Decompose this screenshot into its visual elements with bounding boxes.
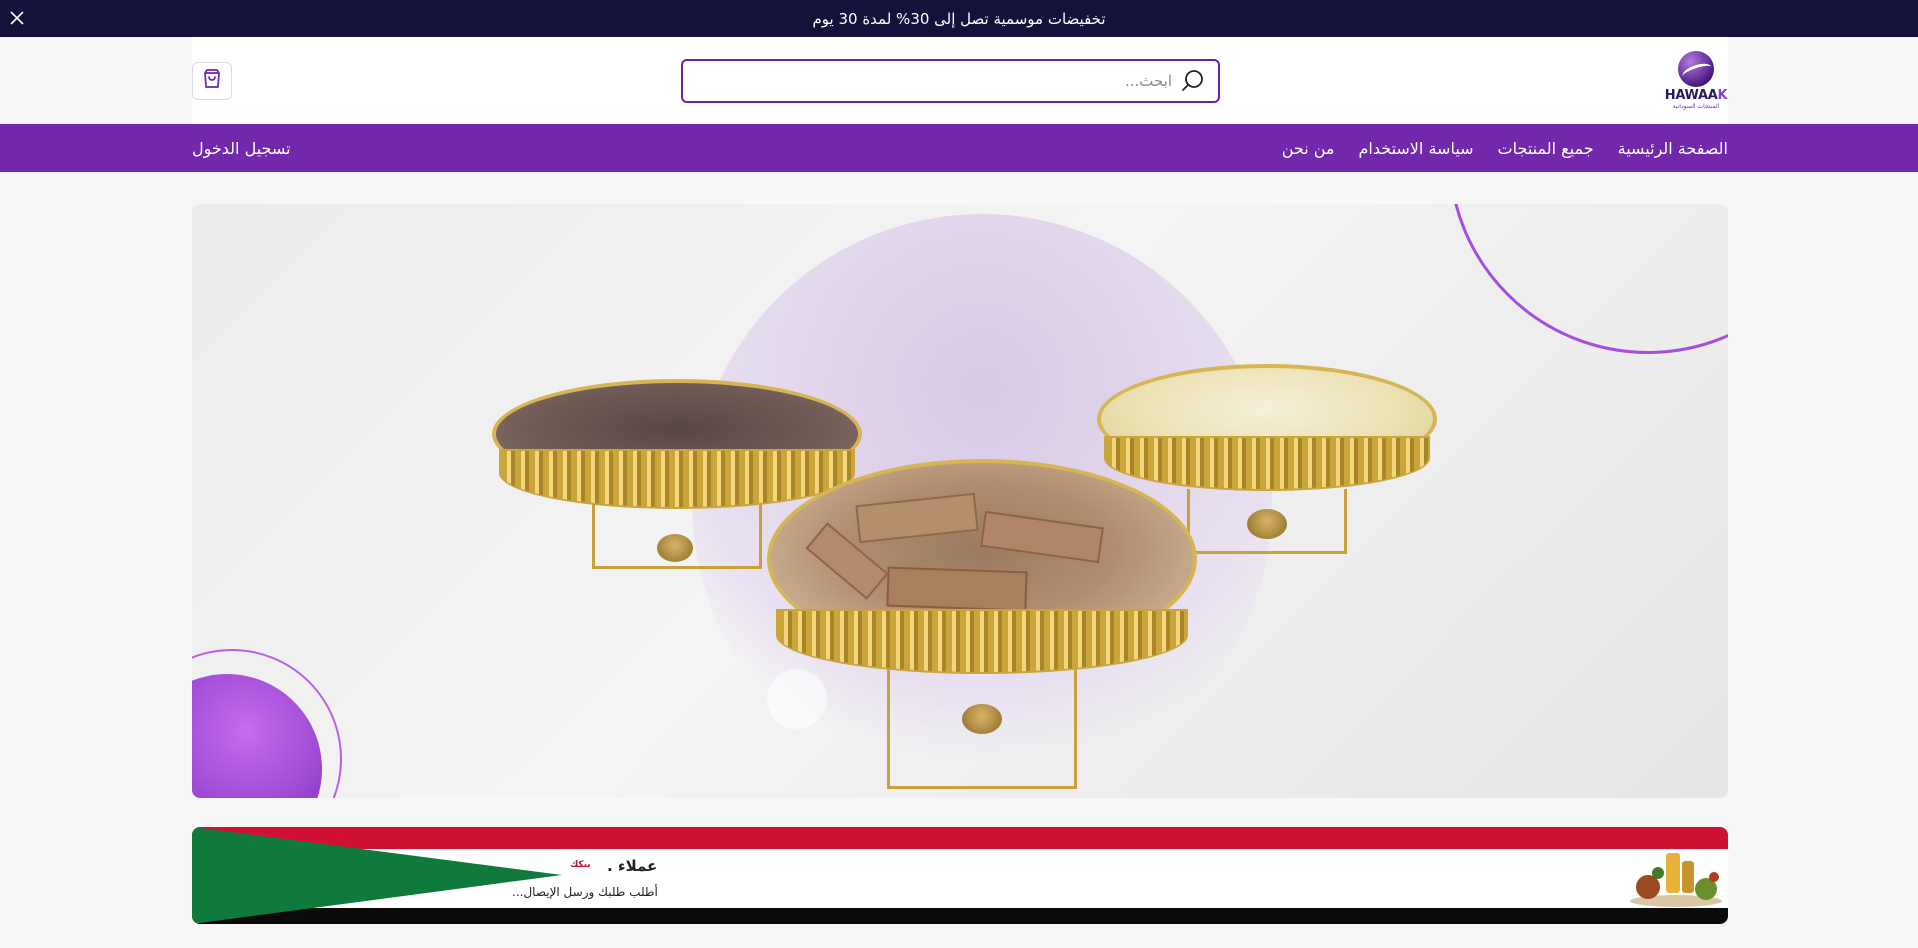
search-input[interactable] [683, 72, 1172, 90]
bank-logo-text: بنكك [570, 860, 591, 870]
cart-button[interactable] [192, 62, 232, 100]
site-logo[interactable]: HAWAAK المنتجات السودانية [1664, 51, 1728, 111]
nav-link-home[interactable]: الصفحة الرئيسية [1618, 139, 1728, 158]
logo-mark [1678, 51, 1714, 87]
site-header: HAWAAK المنتجات السودانية [192, 37, 1728, 124]
incense-tray-center [767, 459, 1197, 794]
logo-subtitle: المنتجات السودانية [1672, 103, 1720, 110]
hero-decor-dot [767, 669, 827, 729]
search-bar [681, 59, 1220, 103]
shopping-bag-icon [201, 68, 223, 94]
food-products-image [1628, 847, 1724, 909]
nav-link-about[interactable]: من نحن [1282, 139, 1335, 158]
close-icon[interactable] [6, 7, 28, 29]
announcement-bar: تخفيضات موسمية تصل إلى 30% لمدة 30 يوم [0, 0, 1918, 37]
announcement-text: تخفيضات موسمية تصل إلى 30% لمدة 30 يوم [812, 9, 1106, 28]
promo-banner[interactable]: بنكك عملاء . أطلب طلبك ورسل الإيصال... [192, 827, 1728, 924]
hero-decor-arc [1448, 204, 1728, 354]
hero-banner-image[interactable] [192, 204, 1728, 798]
flag-green-triangle [192, 827, 562, 924]
search-icon[interactable] [1180, 68, 1206, 94]
banner-subline: أطلب طلبك ورسل الإيصال... [512, 885, 658, 899]
main-nav: الصفحة الرئيسية جميع المنتجات سياسة الاس… [0, 124, 1918, 172]
nav-link-usage-policy[interactable]: سياسة الاستخدام [1358, 139, 1473, 158]
logo-brand: HAWAAK [1664, 88, 1728, 103]
banner-headline: عملاء . [607, 857, 658, 875]
nav-link-all-products[interactable]: جميع المنتجات [1498, 139, 1594, 158]
login-link[interactable]: تسجيل الدخول [192, 139, 291, 158]
